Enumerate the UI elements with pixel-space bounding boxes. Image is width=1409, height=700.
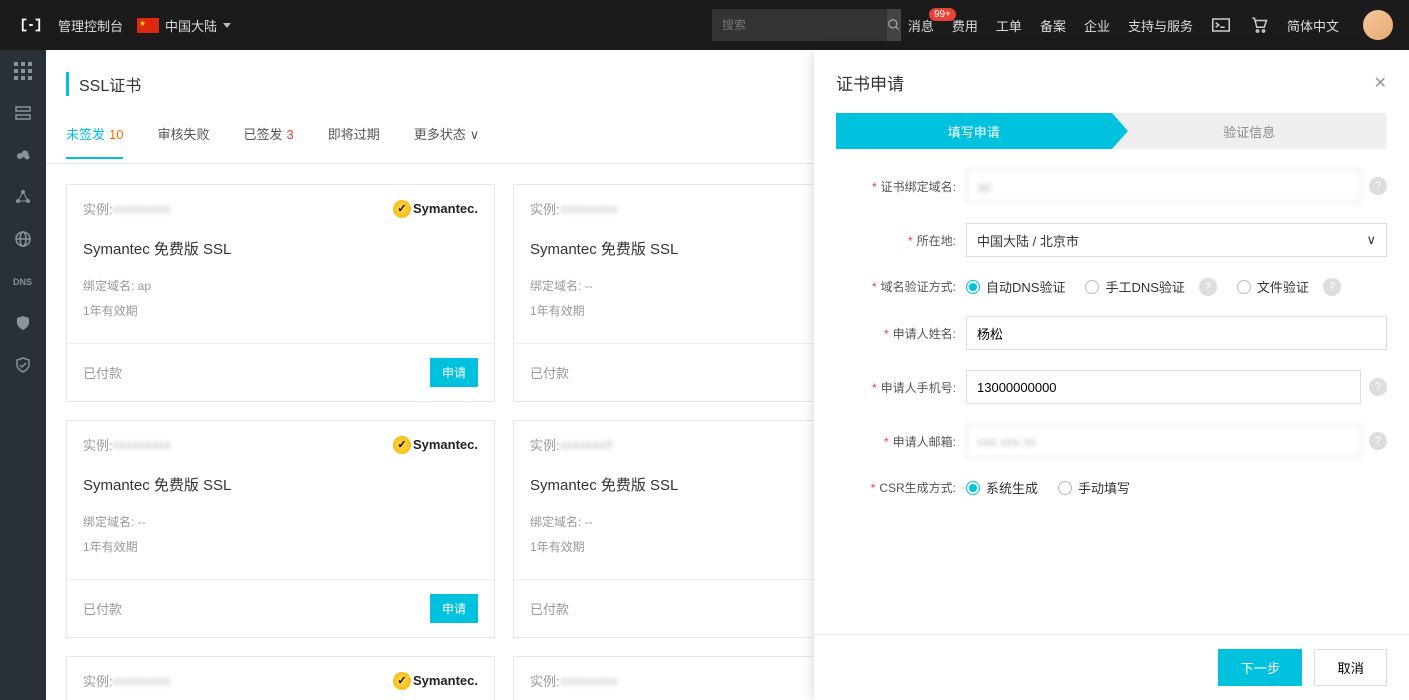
instance-label: 实例:: [530, 435, 560, 454]
instance-id: xxxxxxxxx: [113, 201, 172, 216]
cert-card: 实例: xxxxxxxxx ✓Symantec. Symantec 免费版 SSL 绑…: [66, 184, 495, 402]
china-flag-icon: [137, 18, 159, 33]
radio-csr-manual[interactable]: 手动填写: [1058, 478, 1130, 497]
label-phone: 申请人手机号:: [881, 381, 956, 395]
close-icon[interactable]: ✕: [1374, 73, 1387, 93]
symantec-logo: ✓Symantec.: [393, 436, 478, 454]
instance-label: 实例:: [530, 199, 560, 218]
cancel-button[interactable]: 取消: [1314, 649, 1387, 686]
chevron-down-icon: [223, 23, 231, 28]
radio-file-verify[interactable]: 文件验证?: [1237, 277, 1341, 296]
label-domain: 证书绑定域名:: [881, 180, 956, 194]
tab-more[interactable]: 更多状态∨: [414, 124, 480, 159]
cert-type: Symantec 免费版 SSL: [83, 238, 478, 259]
user-avatar[interactable]: [1363, 10, 1393, 40]
paid-status: 已付款: [530, 363, 569, 382]
sb-cloud-icon[interactable]: [12, 144, 34, 166]
sb-globe-icon[interactable]: [12, 228, 34, 250]
symantec-logo: ✓Symantec.: [393, 200, 478, 218]
step-verify[interactable]: 验证信息: [1112, 113, 1388, 149]
radio-csr-system[interactable]: 系统生成: [966, 478, 1038, 497]
nav-support[interactable]: 支持与服务: [1128, 16, 1193, 35]
nav-language[interactable]: 简体中文: [1287, 16, 1339, 35]
nav-messages[interactable]: 消息 99+: [908, 16, 934, 35]
input-phone[interactable]: [966, 370, 1361, 404]
help-icon[interactable]: ?: [1199, 278, 1217, 296]
panel-title: 证书申请: [836, 70, 904, 95]
instance-label: 实例:: [83, 199, 113, 218]
validity: 1年有效期: [83, 538, 478, 555]
bound-domain: 绑定域名: ap: [83, 277, 478, 294]
top-header: 管理控制台 中国大陆 消息 99+ 费用 工单 备案 企业 支持与服务 简体中文: [0, 0, 1409, 50]
label-region: 所在地:: [917, 234, 956, 248]
sb-network-icon[interactable]: [12, 186, 34, 208]
input-email[interactable]: [966, 424, 1361, 458]
step-fill[interactable]: 填写申请: [836, 113, 1112, 149]
next-button[interactable]: 下一步: [1218, 649, 1302, 686]
cert-card: 实例: xxxxxxxxx ✓Symantec. Symantec 免费版 SSL 绑…: [66, 420, 495, 638]
label-name: 申请人姓名:: [893, 327, 956, 341]
brand-logo[interactable]: [16, 10, 46, 40]
svg-text:DNS: DNS: [13, 277, 32, 287]
instance-id: xxxxxxxxx: [113, 437, 172, 452]
radio-manual-dns[interactable]: 手工DNS验证?: [1085, 277, 1216, 296]
sb-shield-check-icon[interactable]: [12, 354, 34, 376]
nav-filing[interactable]: 备案: [1040, 16, 1066, 35]
sb-shield-icon[interactable]: [12, 312, 34, 334]
instance-label: 实例:: [83, 671, 113, 690]
paid-status: 已付款: [530, 599, 569, 618]
paid-status: 已付款: [83, 363, 122, 382]
sb-server-icon[interactable]: [12, 102, 34, 124]
label-csr: CSR生成方式:: [879, 481, 956, 495]
region-selector[interactable]: 中国大陆: [137, 16, 231, 35]
select-region[interactable]: 中国大陆 / 北京市 ∨: [966, 223, 1387, 257]
global-search: [712, 9, 892, 41]
tab-unsigned[interactable]: 未签发10: [66, 124, 123, 159]
input-name[interactable]: [966, 316, 1387, 350]
label-verify: 域名验证方式:: [881, 280, 956, 294]
help-icon[interactable]: ?: [1369, 432, 1387, 450]
chevron-down-icon: ∨: [1366, 232, 1376, 248]
cart-icon[interactable]: [1249, 16, 1269, 34]
paid-status: 已付款: [83, 599, 122, 618]
apply-button[interactable]: 申请: [430, 358, 478, 387]
instance-id: xxxxxxx/t: [560, 437, 613, 452]
radio-auto-dns[interactable]: 自动DNS验证: [966, 277, 1065, 296]
bound-domain: 绑定域名: --: [83, 513, 478, 530]
help-icon[interactable]: ?: [1323, 278, 1341, 296]
sb-dns-icon[interactable]: DNS: [12, 270, 34, 292]
instance-id: xxxxxxxxx: [113, 673, 172, 688]
validity: 1年有效期: [83, 302, 478, 319]
instance-label: 实例:: [83, 435, 113, 454]
help-icon[interactable]: ?: [1369, 378, 1387, 396]
nav-billing[interactable]: 费用: [952, 16, 978, 35]
instance-id: xxxxxxxxx: [560, 673, 619, 688]
instance-id: xxxxxxxxx: [560, 201, 619, 216]
console-label[interactable]: 管理控制台: [58, 16, 123, 35]
apply-button[interactable]: 申请: [430, 594, 478, 623]
input-domain[interactable]: [966, 169, 1361, 203]
search-input[interactable]: [712, 18, 887, 32]
search-button[interactable]: [887, 9, 901, 41]
nav-tickets[interactable]: 工单: [996, 16, 1022, 35]
cert-type: Symantec 免费版 SSL: [83, 474, 478, 495]
apply-panel: 证书申请 ✕ 填写申请 验证信息 *证书绑定域名: ? *所在地: 中国大陆 /…: [814, 50, 1409, 700]
tab-expiring[interactable]: 即将过期: [328, 124, 380, 159]
tab-audit-fail[interactable]: 审核失败: [157, 124, 209, 159]
terminal-icon[interactable]: [1211, 16, 1231, 34]
symantec-logo: ✓Symantec.: [393, 672, 478, 690]
instance-label: 实例:: [530, 671, 560, 690]
left-sidebar: DNS: [0, 50, 46, 700]
nav-enterprise[interactable]: 企业: [1084, 16, 1110, 35]
help-icon[interactable]: ?: [1369, 177, 1387, 195]
cert-card: 实例: xxxxxxxxx✓Symantec.Symantec 免费版 SSL绑…: [66, 656, 495, 700]
tab-signed[interactable]: 已签发3: [244, 124, 294, 159]
label-email: 申请人邮箱:: [893, 435, 956, 449]
sb-apps-icon[interactable]: [12, 60, 34, 82]
